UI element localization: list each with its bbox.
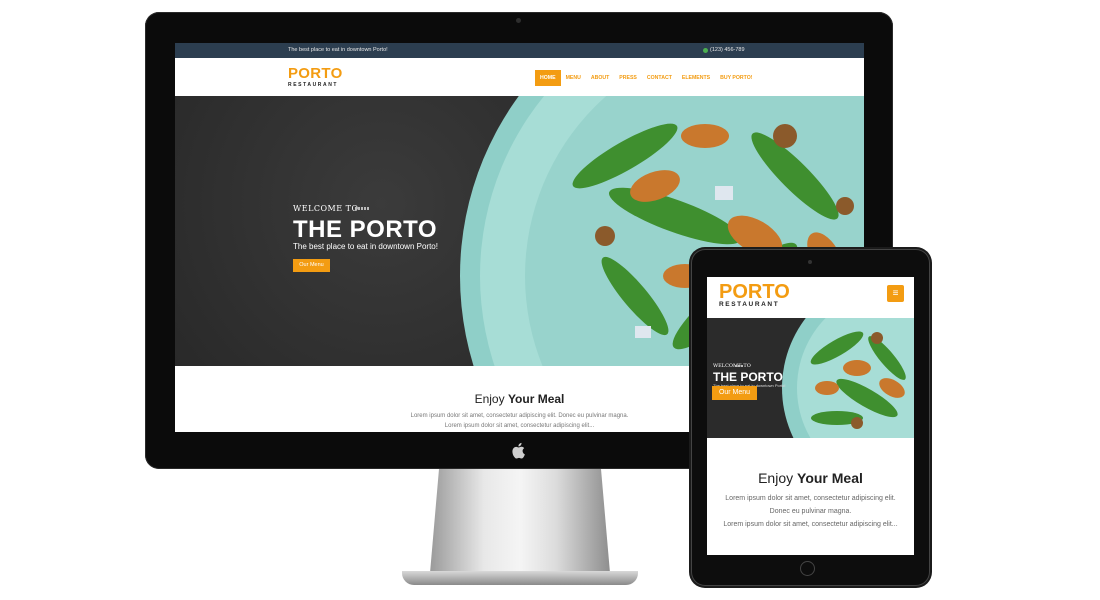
nav-item-menu[interactable]: MENU bbox=[561, 70, 586, 86]
brand-logo-subtitle: RESTAURANT bbox=[288, 82, 339, 88]
hero-welcome-text: WELCOME TO bbox=[293, 204, 359, 213]
apple-logo-icon bbox=[512, 442, 525, 459]
section-title-light: Enjoy bbox=[758, 470, 798, 486]
top-bar-tagline: The best place to eat in downtown Porto! bbox=[288, 47, 388, 53]
top-bar: The best place to eat in downtown Porto!… bbox=[175, 43, 864, 58]
nav-item-press[interactable]: PRESS bbox=[614, 70, 642, 86]
nav-item-contact[interactable]: CONTACT bbox=[642, 70, 677, 86]
hero-welcome-text: WELCOME TO bbox=[713, 363, 751, 369]
hamburger-icon[interactable]: ≡ bbox=[887, 285, 904, 302]
brand-logo[interactable]: PORTO bbox=[719, 282, 790, 302]
welcome-decoration bbox=[735, 365, 744, 367]
nav-item-about[interactable]: ABOUT bbox=[586, 70, 614, 86]
section-title-bold: Your Meal bbox=[797, 470, 863, 486]
nav-item-buy-porto[interactable]: BUY PORTO! bbox=[715, 70, 757, 86]
hero-title: THE PORTO bbox=[713, 370, 783, 384]
phone-number: (123) 456-789 bbox=[710, 47, 745, 53]
section-title: Enjoy Your Meal bbox=[707, 470, 914, 486]
section-text-line: Lorem ipsum dolor sit amet, consectetur … bbox=[725, 495, 896, 502]
mobile-hero: WELCOME TO THE PORTO The best place to e… bbox=[707, 318, 914, 438]
main-nav: HOME MENU ABOUT PRESS CONTACT ELEMENTS B… bbox=[535, 70, 758, 86]
top-bar-phone[interactable]: (123) 456-789 bbox=[703, 47, 745, 53]
header: PORTO RESTAURANT HOME MENU ABOUT PRESS C… bbox=[175, 58, 864, 96]
our-menu-button[interactable]: Our Menu bbox=[293, 259, 330, 272]
imac-stand bbox=[430, 469, 610, 573]
imac-stand-base bbox=[402, 571, 638, 585]
hero-subtitle: The best place to eat in downtown Porto! bbox=[293, 242, 438, 251]
home-button bbox=[800, 561, 815, 576]
section-title-bold: Your Meal bbox=[507, 392, 565, 406]
brand-logo-subtitle: RESTAURANT bbox=[719, 301, 780, 308]
mobile-header: PORTO RESTAURANT ≡ bbox=[707, 277, 914, 318]
tablet-screen: PORTO RESTAURANT ≡ WELCOME TO THE PORTO … bbox=[707, 277, 914, 555]
camera-icon bbox=[808, 260, 812, 264]
hero-title: THE PORTO bbox=[293, 216, 438, 243]
nav-item-home[interactable]: HOME bbox=[535, 70, 561, 86]
whatsapp-icon bbox=[703, 47, 708, 53]
camera-icon bbox=[516, 18, 521, 23]
section-text-line: Lorem ipsum dolor sit amet, consectetur … bbox=[723, 521, 898, 528]
brand-logo[interactable]: PORTO bbox=[288, 66, 343, 81]
section-title-light: Enjoy bbox=[474, 392, 508, 406]
section-text-line: Donec eu pulvinar magna. bbox=[769, 508, 852, 515]
welcome-decoration bbox=[355, 207, 370, 210]
salad-plate-image bbox=[782, 318, 914, 438]
our-menu-button[interactable]: Our Menu bbox=[712, 386, 757, 400]
nav-item-elements[interactable]: ELEMENTS bbox=[677, 70, 715, 86]
